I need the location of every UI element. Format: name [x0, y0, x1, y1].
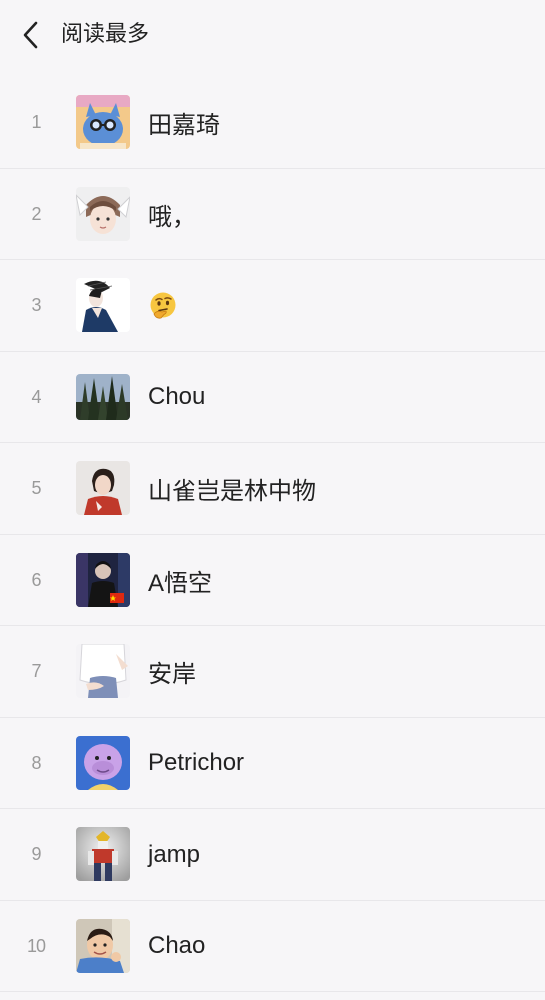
rank-number: 5 [31, 478, 41, 499]
user-name: Chou [148, 383, 206, 411]
avatar [76, 186, 130, 241]
user-name: 安岸 [148, 661, 196, 689]
chevron-left-icon [23, 21, 38, 49]
rank-number: 6 [31, 569, 41, 590]
user-name: 哦， [148, 203, 196, 231]
list-item[interactable]: 6 A悟空 [0, 535, 545, 626]
rank-number: 1 [31, 112, 41, 133]
rank-number: 4 [31, 386, 41, 407]
avatar [76, 461, 130, 515]
rank-number: 10 [26, 935, 46, 956]
rank-number: 9 [31, 844, 41, 865]
user-name: 山雀岂是林中物 [148, 478, 316, 506]
ranking-list: 1 田嘉琦 2 哦， 3 4 Chou 5 山雀岂是林中物 6 A悟空 7 安岸… [0, 77, 545, 992]
avatar [76, 644, 130, 698]
page-title: 阅读最多 [61, 22, 150, 47]
avatar [76, 735, 130, 790]
top-bar: 阅读最多 [0, 0, 545, 72]
list-item[interactable]: 7 安岸 [0, 626, 545, 718]
user-name: Chao [148, 932, 206, 960]
list-item[interactable]: 1 田嘉琦 [0, 77, 545, 169]
avatar [76, 918, 130, 973]
list-item[interactable]: 10 Chao [0, 901, 545, 992]
avatar [76, 278, 130, 332]
list-item[interactable]: 8 Petrichor [0, 718, 545, 809]
back-button[interactable] [14, 16, 48, 54]
avatar [76, 95, 130, 149]
user-name: jamp [148, 840, 201, 868]
rank-number: 2 [31, 203, 41, 224]
avatar [76, 827, 130, 881]
user-name: A悟空 [148, 569, 213, 597]
list-item[interactable]: 5 山雀岂是林中物 [0, 443, 545, 535]
user-name: Petrichor [148, 749, 245, 777]
user-name: 田嘉琦 [148, 112, 220, 140]
thinking-face-emoji [150, 292, 176, 319]
rank-number: 3 [31, 295, 41, 316]
rank-number: 8 [31, 752, 41, 773]
list-item[interactable]: 4 Chou [0, 352, 545, 443]
list-item[interactable]: 3 [0, 260, 545, 352]
list-item[interactable]: 2 哦， [0, 169, 545, 260]
user-name [148, 260, 178, 352]
list-item[interactable]: 9 jamp [0, 809, 545, 901]
avatar [76, 373, 130, 420]
rank-number: 7 [31, 661, 41, 682]
avatar [76, 552, 130, 607]
